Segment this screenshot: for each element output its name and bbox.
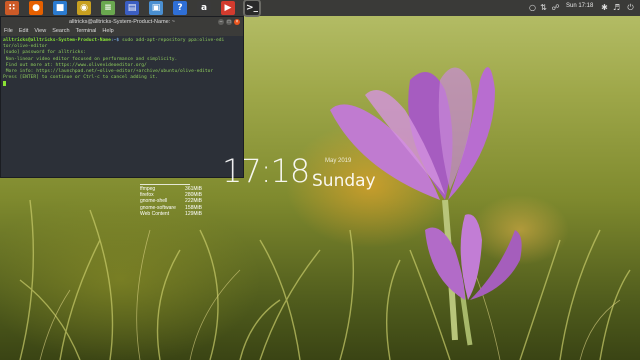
divider xyxy=(140,184,190,185)
menu-help[interactable]: Help xyxy=(102,27,113,36)
minimize-button[interactable]: – xyxy=(218,19,224,25)
process-row: Web Content 129MiB xyxy=(140,211,202,217)
menu-terminal[interactable]: Terminal xyxy=(76,27,97,36)
dash-home-icon[interactable]: ∷ xyxy=(5,1,19,15)
text-cursor xyxy=(3,81,6,87)
window-title: alltricks@alltricks-System-Product-Name:… xyxy=(69,19,175,25)
menu-view[interactable]: View xyxy=(34,27,46,36)
conky-clock: 17:18 xyxy=(222,152,310,190)
prompt-path: :~$ xyxy=(110,38,120,43)
prompt-user: alltricks@alltricks-System-Product-Name xyxy=(3,38,111,43)
amazon-icon[interactable]: a xyxy=(197,1,211,15)
power-icon[interactable]: ⏻ xyxy=(626,3,635,12)
firefox-icon[interactable]: ● xyxy=(29,1,43,15)
volume-icon[interactable]: ♬ xyxy=(612,3,621,12)
screen-recorder-icon[interactable]: ▶ xyxy=(221,1,235,15)
files-icon[interactable]: ▣ xyxy=(149,1,163,15)
maximize-button[interactable]: □ xyxy=(226,19,232,25)
clipboard-icon[interactable]: ☍ xyxy=(551,3,560,12)
menu-file[interactable]: File xyxy=(4,27,13,36)
command-text: sudo add-apt-repository ppa:olive-edi xyxy=(119,38,225,43)
process-mem: 129MiB xyxy=(185,210,202,217)
conky-weekday: Sunday xyxy=(312,171,376,191)
system-monitor-icon[interactable]: ≡ xyxy=(101,1,115,15)
terminal-output[interactable]: alltricks@alltricks-System-Product-Name:… xyxy=(1,36,243,91)
launcher-dock: ∷ ● ■ ◉ ≡ ▤ ▣? a ▶ >_ xyxy=(0,0,264,16)
crocus-bud xyxy=(425,214,522,300)
terminal-menubar: File Edit View Search Terminal Help xyxy=(1,27,243,36)
top-panel: ∷ ● ■ ◉ ≡ ▤ ▣? a ▶ >_ ○ ⇅ ☍ Sun 17:18 ✱ ♬ ⏻ xyxy=(0,0,640,16)
network-icon[interactable]: ⇅ xyxy=(539,3,548,12)
menu-search[interactable]: Search xyxy=(52,27,69,36)
conky-date: May 2019 xyxy=(325,158,352,164)
document-viewer-icon[interactable]: ▤ xyxy=(125,1,139,15)
process-list: ffmpeg 361MiB firefox 280MiB gnome-shell… xyxy=(140,183,202,217)
process-name: Web Content xyxy=(140,210,170,217)
windows-explorer-icon[interactable]: ■ xyxy=(53,1,67,15)
menu-edit[interactable]: Edit xyxy=(19,27,28,36)
terminal-window[interactable]: alltricks@alltricks-System-Product-Name:… xyxy=(0,16,244,178)
bluetooth-icon[interactable]: ✱ xyxy=(600,3,609,12)
accessibility-icon[interactable]: ○ xyxy=(528,3,537,12)
terminal-titlebar[interactable]: alltricks@alltricks-System-Product-Name:… xyxy=(1,17,243,27)
cursor-line xyxy=(3,81,241,88)
help-icon[interactable]: ? xyxy=(173,1,187,15)
close-button[interactable]: × xyxy=(234,19,240,25)
webcam-icon[interactable]: ◉ xyxy=(77,1,91,15)
panel-clock[interactable]: Sun 17:18 xyxy=(566,3,593,9)
terminal-icon[interactable]: >_ xyxy=(245,1,259,15)
